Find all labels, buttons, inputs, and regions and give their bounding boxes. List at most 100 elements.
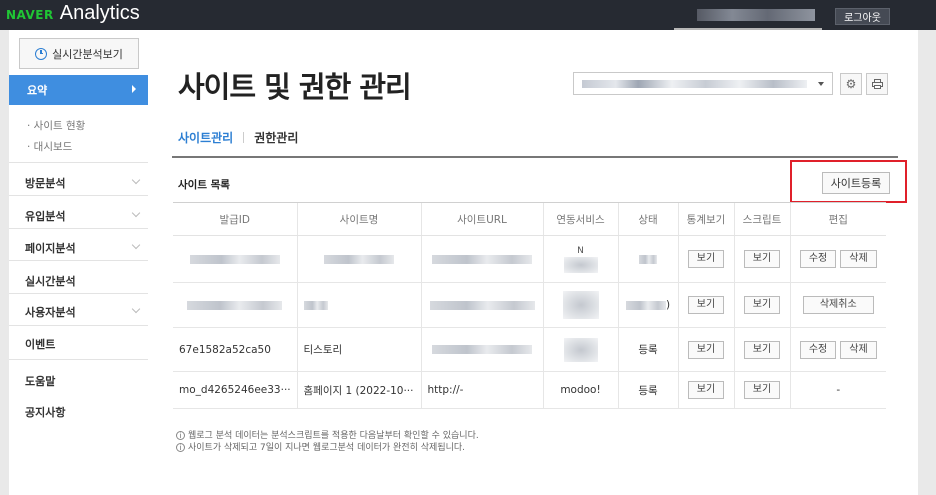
column-header-script: 스크립트 [733,202,790,236]
printer-icon [871,79,883,89]
sidebar-item-inflow-analysis[interactable]: 유입분석 [25,208,65,224]
main-panel: 사이트 및 권한 관리 ⚙ 사이트관리 권한관리 사이트 목록 사이트등록 발급… [148,30,918,495]
delete-button[interactable]: 삭제 [840,250,877,268]
sidebar-item-visit-analysis[interactable]: 방문분석 [25,175,65,191]
cell-name-redacted [296,282,421,328]
edit-button[interactable]: 수정 [799,340,837,359]
page-title: 사이트 및 권한 관리 [178,70,412,104]
brand-logo[interactable]: NAVER Analytics [6,2,140,28]
column-header-issued-id: 발급ID [173,202,297,236]
cell-script: 보기 [733,327,790,372]
sidebar-divider [9,293,148,294]
logout-button[interactable]: 로그아웃 [835,8,890,25]
sidebar-subitem-dashboard[interactable]: · 대시보드 [27,139,72,154]
cell-service: modoo! [542,371,618,409]
tab-bar: 사이트관리 권한관리 [178,129,298,146]
table-header-row: 발급ID 사이트명 사이트URL 연동서비스 상태 통계보기 스크립트 편집 [173,202,886,236]
cell-id: 67e1582a52ca50 [173,327,297,372]
cell-edit: - [789,371,886,409]
cell-stats: 보기 [677,235,734,283]
account-info-redacted [697,9,815,21]
cell-status-redacted [617,235,678,283]
cell-edit: 삭제취소 [789,282,886,328]
table-row: 67e1582a52ca50 티스토리 등록 보기 보기 수정 삭제 [173,327,886,372]
cell-status: ) [617,282,678,328]
chevron-right-icon [132,85,136,93]
cell-service-redacted [542,282,618,328]
sidebar-item-help[interactable]: 도움말 [25,373,55,389]
cell-script: 보기 [733,235,790,283]
cell-service-text: N [577,245,584,256]
cell-url-redacted [420,327,543,372]
cell-stats: 보기 [677,327,734,372]
sidebar-divider [9,325,148,326]
cell-url-redacted [420,235,543,283]
column-header-site-url: 사이트URL [420,202,543,236]
realtime-analysis-button[interactable]: 실시간분석보기 [19,38,139,69]
cell-status: 등록 [617,371,678,409]
cell-service-redacted [542,327,618,372]
view-script-button[interactable]: 보기 [743,296,781,314]
note-text: 웹로그 분석 데이터는 분석스크립트를 적용한 다음날부터 확인할 수 있습니다… [188,431,479,441]
cell-url[interactable]: http://- [420,371,543,409]
view-stats-button[interactable]: 보기 [687,250,725,268]
cell-edit: 수정 삭제 [789,327,886,372]
tab-permission-management[interactable]: 권한관리 [254,129,298,146]
chevron-down-icon [131,175,141,185]
sidebar-divider [9,195,148,196]
table-row: ) 보기 보기 삭제취소 [173,282,886,328]
table-row: mo_d4265246ee33··· 홈페이지 1 (2022-10··· ht… [173,371,886,409]
sidebar-item-page-analysis[interactable]: 페이지분석 [25,240,76,256]
selected-site-redacted [582,80,807,88]
site-select-dropdown[interactable] [573,72,833,95]
sidebar-item-summary[interactable]: 요약 [9,75,148,105]
note-text: 사이트가 삭제되고 7일이 지나면 웹로그분석 데이터가 완전히 삭제됩니다. [188,443,466,453]
sidebar-item-user-analysis[interactable]: 사용자분석 [25,304,76,320]
print-button[interactable] [866,73,888,95]
view-script-button[interactable]: 보기 [743,381,781,399]
delete-button[interactable]: 삭제 [840,340,877,359]
settings-button[interactable]: ⚙ [840,73,862,95]
cell-id: mo_d4265246ee33··· [173,371,297,409]
undo-delete-button[interactable]: 삭제취소 [802,296,874,314]
column-header-status: 상태 [617,202,678,236]
cell-stats: 보기 [677,282,734,328]
chevron-down-icon [131,208,141,218]
sidebar-divider [9,260,148,261]
highlight-annotation [790,160,907,203]
clock-icon [35,47,48,60]
tab-underline [172,156,898,158]
notes: i 웹로그 분석 데이터는 분석스크립트를 적용한 다음날부터 확인할 수 있습니… [176,430,479,454]
view-stats-button[interactable]: 보기 [687,381,725,399]
chevron-down-icon [131,304,141,314]
column-header-edit: 편집 [789,202,886,236]
cell-edit: 수정 삭제 [789,235,886,283]
sidebar-item-event[interactable]: 이벤트 [25,336,55,352]
view-script-button[interactable]: 보기 [743,250,781,268]
view-stats-button[interactable]: 보기 [687,340,725,359]
sidebar-divider [9,359,148,360]
sidebar-item-summary-label: 요약 [27,84,48,97]
site-list-title: 사이트 목록 [178,179,230,191]
cell-id-redacted [173,282,297,328]
sidebar-item-realtime-analysis[interactable]: 실시간분석 [25,273,76,289]
sidebar: 실시간분석보기 요약 · 사이트 현황 · 대시보드 방문분석 유입분석 페이지… [9,30,148,495]
cell-name: 티스토리 [296,327,421,372]
cell-script: 보기 [733,282,790,328]
tab-separator [243,132,245,143]
view-stats-button[interactable]: 보기 [687,296,725,314]
top-bar: NAVER Analytics 로그아웃 [0,0,936,30]
cell-name-redacted [296,235,421,283]
cell-stats: 보기 [677,371,734,409]
sidebar-divider [9,228,148,229]
sidebar-subitem-site-status[interactable]: · 사이트 현황 [27,118,85,133]
tab-site-management[interactable]: 사이트관리 [178,129,233,146]
cell-service: N [542,235,618,283]
edit-button[interactable]: 수정 [799,250,837,268]
view-script-button[interactable]: 보기 [743,340,781,359]
brand-naver-text: NAVER [6,8,54,22]
sidebar-item-notices[interactable]: 공지사항 [25,404,65,420]
cell-url-redacted [420,282,543,328]
caret-down-icon [818,82,824,86]
table-row: N 보기 보기 수정 삭제 [173,235,886,283]
